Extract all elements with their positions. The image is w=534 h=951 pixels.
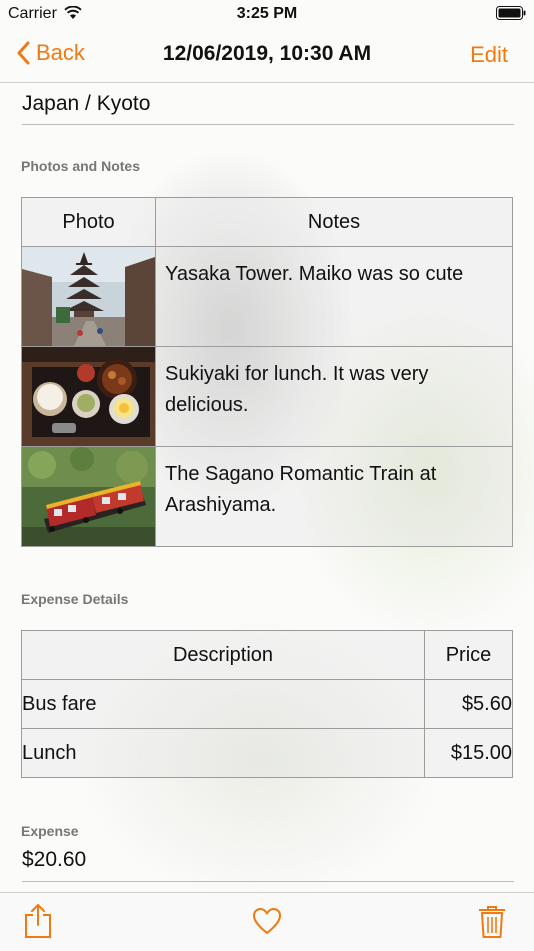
trash-icon[interactable] bbox=[478, 905, 506, 944]
photos-table: Photo Notes Yasaka Tower. Maiko was so c… bbox=[21, 197, 513, 547]
yasaka-tower-photo[interactable] bbox=[22, 247, 155, 346]
notes-column-header: Notes bbox=[155, 197, 513, 247]
expense-description[interactable]: Bus fare bbox=[21, 679, 425, 729]
sukiyaki-lunch-photo[interactable] bbox=[22, 347, 155, 446]
sagano-train-photo[interactable] bbox=[22, 447, 155, 546]
photos-section-label: Photos and Notes bbox=[21, 158, 141, 174]
table-row[interactable]: Sukiyaki for lunch. It was very deliciou… bbox=[21, 346, 513, 447]
expenses-table: Description Price Bus fare $5.60 Lunch $… bbox=[21, 630, 513, 778]
total-expense-value: $20.60 bbox=[22, 848, 87, 871]
edit-button[interactable]: Edit bbox=[470, 42, 508, 68]
note-cell[interactable]: Yasaka Tower. Maiko was so cute bbox=[155, 246, 513, 347]
description-column-header: Description bbox=[21, 630, 425, 680]
share-icon[interactable] bbox=[24, 903, 52, 944]
note-cell[interactable]: Sukiyaki for lunch. It was very deliciou… bbox=[155, 346, 513, 447]
status-bar: Carrier 3:25 PM bbox=[0, 0, 534, 28]
battery-icon bbox=[496, 6, 526, 20]
table-row[interactable]: The Sagano Romantic Train at Arashiyama. bbox=[21, 446, 513, 547]
expense-description[interactable]: Lunch bbox=[21, 728, 425, 778]
photo-cell[interactable] bbox=[21, 446, 156, 547]
expense-price[interactable]: $5.60 bbox=[424, 679, 513, 729]
table-row[interactable]: Bus fare $5.60 bbox=[21, 679, 513, 729]
table-row[interactable]: Lunch $15.00 bbox=[21, 728, 513, 778]
note-cell[interactable]: The Sagano Romantic Train at Arashiyama. bbox=[155, 446, 513, 547]
bottom-toolbar bbox=[0, 892, 534, 951]
photo-column-header: Photo bbox=[21, 197, 156, 247]
status-time: 3:25 PM bbox=[236, 5, 298, 22]
table-row[interactable]: Yasaka Tower. Maiko was so cute bbox=[21, 246, 513, 347]
photo-cell[interactable] bbox=[21, 346, 156, 447]
price-column-header: Price bbox=[424, 630, 513, 680]
total-expense-label: Expense bbox=[21, 823, 79, 839]
expense-price[interactable]: $15.00 bbox=[424, 728, 513, 778]
location-field: Japan / Kyoto bbox=[22, 92, 151, 115]
navigation-bar: Back 12/06/2019, 10:30 AM Edit bbox=[0, 28, 534, 83]
page-title: 12/06/2019, 10:30 AM bbox=[162, 42, 372, 65]
expenses-section-label: Expense Details bbox=[21, 591, 129, 607]
heart-icon[interactable] bbox=[252, 907, 282, 940]
location-divider bbox=[22, 124, 514, 125]
photo-cell[interactable] bbox=[21, 246, 156, 347]
total-divider bbox=[22, 881, 514, 882]
